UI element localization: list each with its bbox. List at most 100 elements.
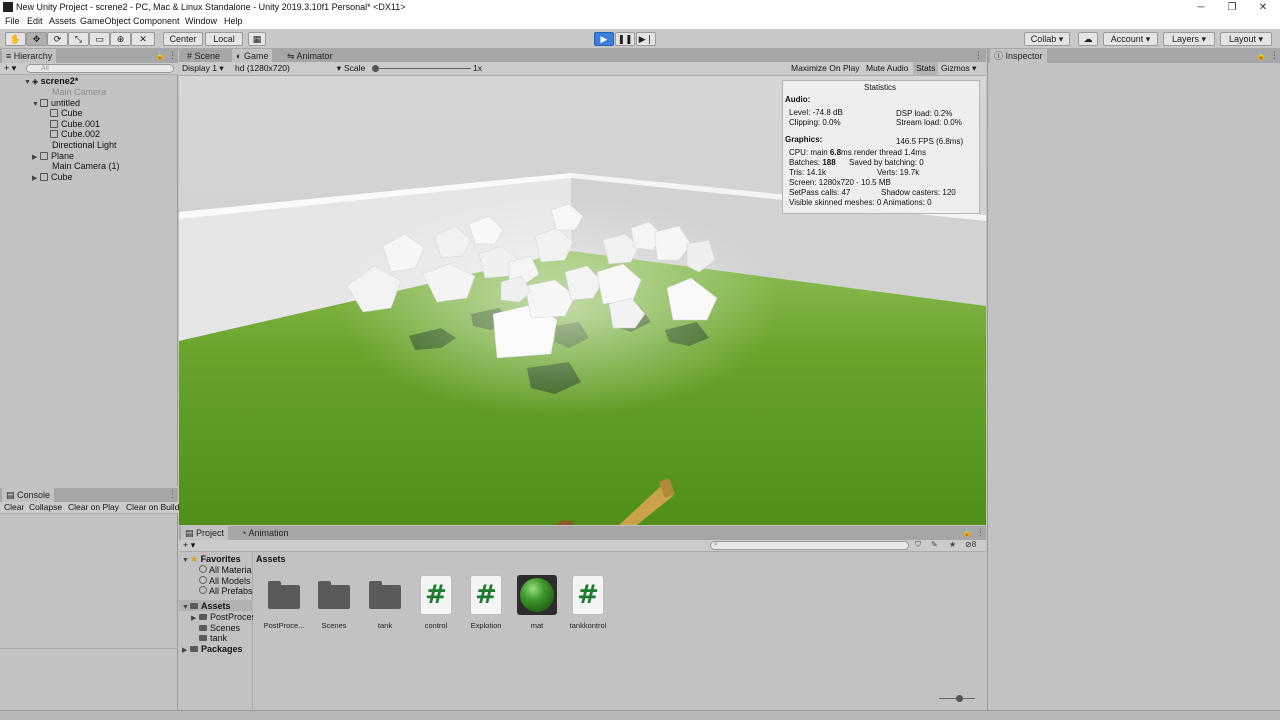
display-dropdown[interactable]: Display 1 ▾ [182, 63, 224, 74]
favorite-item[interactable]: All Prefabs [199, 586, 253, 596]
maximize-on-play-toggle[interactable]: Maximize On Play [791, 63, 860, 73]
favorite-item[interactable]: All Models [199, 576, 253, 586]
tab-hierarchy[interactable]: ≡ Hierarchy [2, 49, 57, 63]
asset-item[interactable]: Scenes [311, 575, 357, 630]
tab-animation[interactable]: ◔ Animation [237, 526, 292, 540]
asset-item[interactable]: # Explotion [463, 575, 509, 630]
menu-edit[interactable]: Edit [27, 16, 43, 26]
hierarchy-tabbar: ≡ Hierarchy 🔒 ⋮ [0, 49, 178, 63]
play-button[interactable]: ▶ [594, 32, 614, 46]
favorite-star-icon[interactable]: ★ [949, 540, 956, 549]
lock-icon[interactable]: 🔒 [1256, 51, 1266, 60]
lock-icon[interactable]: 🔒 [155, 51, 165, 60]
mute-audio-toggle[interactable]: Mute Audio [866, 63, 909, 73]
hierarchy-search-input[interactable]: All [26, 64, 174, 73]
panel-menu-icon[interactable]: ⋮ [974, 50, 983, 61]
asset-item[interactable]: PostProce... [261, 575, 307, 630]
scale-slider-track[interactable] [373, 68, 471, 69]
pivot-center-toggle[interactable]: Center [163, 32, 203, 46]
hierarchy-item[interactable]: Main Camera (1) [52, 161, 120, 171]
rotate-tool-icon[interactable]: ⟳ [47, 32, 68, 46]
hand-tool-icon[interactable]: ✋ [5, 32, 26, 46]
hierarchy-item[interactable]: Directional Light [52, 140, 117, 150]
hierarchy-item[interactable]: Cube.002 [50, 129, 100, 139]
hierarchy-item[interactable]: Cube.001 [50, 119, 100, 129]
asset-folder-node[interactable]: tank [199, 633, 227, 643]
scale-tool-icon[interactable]: ⤡ [68, 32, 89, 46]
lock-icon[interactable]: 🔒 [962, 528, 972, 537]
pivot-local-toggle[interactable]: Local [205, 32, 243, 46]
assets-node[interactable]: ▼ Assets [182, 601, 231, 611]
transform-tool-icon[interactable]: ⊕ [110, 32, 131, 46]
tab-console[interactable]: ▤ Console [2, 488, 55, 502]
project-create-button[interactable]: + ▾ [183, 540, 195, 551]
gizmos-dropdown[interactable]: Gizmos ▾ [941, 63, 976, 74]
cloud-icon[interactable]: ☁ [1078, 32, 1098, 46]
menu-help[interactable]: Help [224, 16, 243, 26]
hierarchy-item[interactable]: Cube [50, 108, 83, 118]
tab-project[interactable]: ▤ Project [181, 526, 229, 540]
tab-game[interactable]: ◐ Game [232, 49, 273, 63]
menu-bar: File Edit Assets GameObject Component Wi… [0, 15, 1280, 29]
rect-tool-icon[interactable]: ▭ [89, 32, 110, 46]
tab-animator[interactable]: ⇋ Animator [283, 49, 337, 63]
stats-fps: 146.5 FPS (6.8ms) [896, 137, 964, 146]
custom-tool-icon[interactable]: ✕ [131, 32, 155, 46]
console-collapse-button[interactable]: Collapse [29, 502, 62, 512]
tab-inspector[interactable]: ⓘ Inspector [990, 49, 1047, 63]
hierarchy-item[interactable]: ▼ untitled [32, 98, 80, 108]
resolution-dropdown[interactable]: hd (1280x720) ▾ [235, 63, 341, 73]
panel-menu-icon[interactable]: ⋮ [168, 489, 177, 500]
hierarchy-item[interactable]: Main Camera [52, 87, 106, 97]
account-dropdown[interactable]: Account ▾ [1103, 32, 1158, 46]
close-button[interactable]: ✕ [1248, 0, 1278, 15]
favorites-node[interactable]: ▼★ Favorites [182, 554, 241, 565]
hierarchy-item[interactable]: ▶ Plane [32, 151, 74, 161]
console-clear-on-build-button[interactable]: Clear on Build [126, 502, 179, 512]
menu-window[interactable]: Window [185, 16, 217, 26]
panel-menu-icon[interactable]: ⋮ [168, 50, 177, 61]
pause-button[interactable]: ❚❚ [615, 32, 635, 46]
panel-menu-icon[interactable]: ⋮ [976, 527, 985, 538]
scene-root[interactable]: ▼◈ screne2* [24, 76, 78, 86]
restore-button[interactable]: ❐ [1217, 0, 1247, 15]
collab-dropdown[interactable]: Collab ▾ [1024, 32, 1070, 46]
layers-dropdown[interactable]: Layers ▾ [1163, 32, 1215, 46]
move-tool-icon[interactable]: ✥ [26, 32, 47, 46]
folder-icon [190, 646, 198, 652]
stats-toggle[interactable]: Stats [913, 62, 939, 75]
create-button[interactable]: + ▾ [4, 63, 16, 74]
search-icon: ⌕ [714, 541, 718, 548]
console-clear-on-play-button[interactable]: Clear on Play [68, 502, 119, 512]
asset-item[interactable]: mat [514, 575, 560, 630]
project-tabbar: ▤ Project ◔ Animation 🔒 ⋮ [179, 526, 986, 540]
unity-scene-icon: ◈ [32, 77, 39, 86]
minimize-button[interactable]: ─ [1186, 0, 1216, 15]
favorite-item[interactable]: All Materia [199, 565, 253, 575]
hidden-packages-toggle[interactable]: ⊘8 [965, 540, 976, 549]
asset-item[interactable]: # control [413, 575, 459, 630]
menu-assets[interactable]: Assets [49, 16, 76, 26]
step-button[interactable]: ▶❘ [636, 32, 656, 46]
icon-size-slider-thumb[interactable] [956, 695, 963, 702]
project-breadcrumb[interactable]: Assets [256, 554, 286, 564]
console-clear-button[interactable]: Clear [4, 502, 24, 512]
hierarchy-item[interactable]: ▶ Cube [32, 172, 73, 182]
asset-item[interactable]: # tankkontrol [565, 575, 611, 630]
project-search-input[interactable] [710, 541, 909, 550]
search-by-label-icon[interactable]: ✎ [931, 540, 938, 549]
layout-dropdown[interactable]: Layout ▾ [1220, 32, 1272, 46]
asset-folder-node[interactable]: Scenes [199, 623, 240, 633]
menu-file[interactable]: File [5, 16, 20, 26]
panel-menu-icon[interactable]: ⋮ [1270, 50, 1279, 61]
tab-scene[interactable]: # Scene [183, 49, 224, 63]
scale-slider-thumb[interactable] [372, 65, 379, 72]
search-by-type-icon[interactable]: ⛉ [915, 540, 921, 550]
menu-gameobject[interactable]: GameObject [80, 16, 131, 26]
grid-snap-icon[interactable]: ▦ [248, 32, 266, 46]
asset-folder-node[interactable]: ▶ PostProces [191, 612, 253, 622]
packages-node[interactable]: ▶ Packages [182, 644, 243, 654]
menu-component[interactable]: Component [133, 16, 180, 26]
asset-item[interactable]: tank [362, 575, 408, 630]
pivot-local-label: Local [213, 34, 235, 44]
